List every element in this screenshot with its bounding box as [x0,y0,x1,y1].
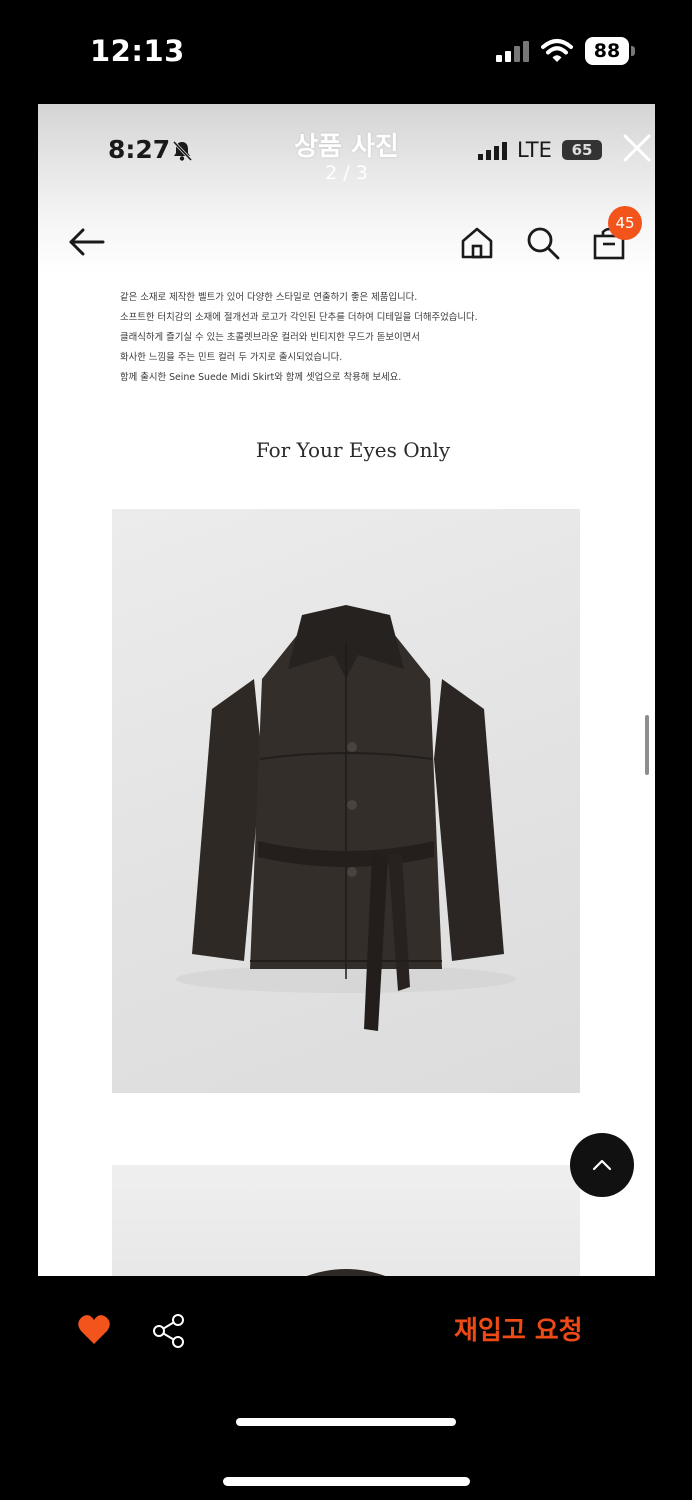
product-description: 같은 소재로 제작한 벨트가 있어 다양한 스타일로 연출하기 좋은 제품입니다… [120,288,590,388]
battery-tip [631,46,635,56]
home-indicator [236,1418,456,1426]
description-line: 함께 출시한 Seine Suede Midi Skirt와 함께 셋업으로 착… [120,372,402,383]
signal-icon [496,40,532,62]
restock-request-button[interactable]: 재입고 요청 [454,1313,604,1349]
home-icon[interactable] [460,226,494,260]
heart-icon[interactable] [77,1314,111,1346]
share-icon[interactable] [152,1313,186,1349]
close-icon[interactable] [621,132,653,164]
description-line: 화사한 느낌을 주는 민트 컬러 두 가지로 출시되었습니다. [120,352,343,363]
product-photo-viewer: 8:27 LTE 65 상품 사진 2 / 3 45 같은 소재로 제작한 벨트… [38,104,655,1276]
wifi-icon [541,39,573,62]
section-title: For Your Eyes Only [255,438,451,462]
outer-clock: 12:13 [90,34,185,68]
product-photo-jacket [112,509,580,1093]
product-photo-next [112,1165,580,1276]
battery-indicator: 88 [585,37,629,65]
home-indicator-outer [223,1477,470,1486]
jacket-illustration [176,605,516,1031]
back-arrow-icon[interactable] [68,227,106,257]
scroll-to-top-button[interactable] [570,1133,634,1197]
viewer-header: 8:27 LTE 65 상품 사진 2 / 3 45 [38,104,655,274]
photo-counter: 2 / 3 [325,162,368,184]
description-line: 소프트한 터치감의 소재에 절개선과 로고가 각인된 단추를 더하여 디테일을 … [120,312,478,323]
description-line: 클래식하게 즐기실 수 있는 초콜렛브라운 컬러와 빈티지한 무드가 돋보이면서 [120,332,420,343]
chevron-up-icon [592,1159,612,1171]
scrollbar[interactable] [645,715,649,775]
description-line: 같은 소재로 제작한 벨트가 있어 다양한 스타일로 연출하기 좋은 제품입니다… [120,292,418,303]
jacket-collar-preview [306,1269,386,1276]
cart-count-badge: 45 [608,206,642,240]
search-icon[interactable] [525,225,561,261]
viewer-title: 상품 사진 [294,132,399,162]
outer-status-bar: 12:13 88 [0,0,692,104]
